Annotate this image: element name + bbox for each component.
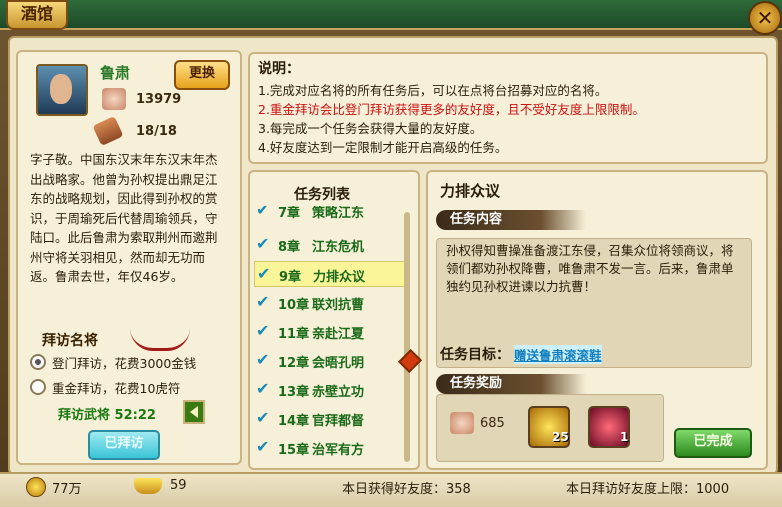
check-icon: ✔ (256, 206, 270, 219)
timer-value: 52:22 (114, 408, 156, 423)
coin-amount: 77万 (52, 482, 82, 497)
task-chapter: 15章 (278, 443, 310, 458)
check-icon: ✔ (256, 292, 270, 311)
task-item[interactable]: ✔ 13章 赤壁立功 (254, 377, 404, 401)
visit-option-radio[interactable] (30, 354, 46, 370)
task-item[interactable]: ✔ 14章 官拜都督 (254, 406, 404, 430)
visit-option-radio[interactable] (30, 379, 46, 395)
task-name: 江东危机 (312, 240, 365, 255)
task-name: 亲赴江夏 (312, 327, 365, 342)
task-name: 联刘抗曹 (312, 298, 365, 313)
task-chapter: 9章 (279, 270, 302, 285)
check-icon: ✔ (256, 379, 270, 398)
change-general-button[interactable]: 更换 (174, 60, 230, 90)
task-item[interactable]: ✔ 11章 亲赴江夏 (254, 319, 404, 343)
visit-option-label[interactable]: 重金拜访，花费10虎符 (52, 378, 180, 397)
task-item-selected[interactable]: ✔ 9章 力排众议 (254, 261, 406, 287)
task-chapter: 13章 (278, 385, 310, 400)
task-item[interactable]: ✔ 7章 策略江东 (254, 206, 404, 220)
today-friendship: 本日获得好友度：358 (342, 482, 471, 497)
handshake-icon (450, 412, 474, 434)
task-name: 力排众议 (313, 270, 366, 285)
reward-item-count: 25 (552, 430, 569, 444)
task-chapter: 14章 (278, 414, 310, 429)
task-name: 赤壁立功 (312, 385, 365, 400)
task-list-title: 任务列表 (294, 187, 350, 203)
task-chapter: 8章 (278, 240, 301, 255)
task-list-scrollbar[interactable] (404, 212, 410, 462)
task-item[interactable]: ✔ 12章 会晤孔明 (254, 348, 404, 372)
task-chapter: 11章 (278, 327, 310, 342)
check-icon: ✔ (256, 234, 270, 253)
check-icon: ✔ (256, 437, 270, 456)
task-name: 策略江东 (312, 206, 365, 220)
visit-section-title: 拜访名将 (42, 333, 98, 349)
task-name: 会晤孔明 (312, 356, 365, 371)
task-chapter: 7章 (278, 206, 301, 220)
visit-option-label[interactable]: 登门拜访，花费3000金钱 (52, 353, 196, 372)
general-biography: 字子敬。中国东汉末年东汉末年杰出战略家。他曾为孙权提出鼎足江东的战略规划，因此得… (30, 152, 218, 284)
check-icon: ✔ (256, 408, 270, 427)
task-item[interactable]: ✔ 10章 联刘抗曹 (254, 290, 404, 314)
window-title: 酒馆 (6, 0, 68, 30)
timer-label: 拜访武将 (58, 408, 111, 423)
reward-friendship: 685 (480, 416, 505, 431)
description-line: 1.完成对应名将的所有任务后，可以在点将台招募对应的名将。 (258, 83, 608, 98)
description-line: 2.重金拜访会比登门拜访获得更多的友好度，且不受好友度上限限制。 (258, 102, 645, 117)
task-chapter: 10章 (278, 298, 310, 313)
completed-button[interactable]: 已完成 (674, 428, 752, 458)
description-line: 3.每完成一个任务会获得大量的友好度。 (258, 121, 483, 136)
visit-count: 18/18 (136, 124, 177, 139)
task-goal-link[interactable]: 赠送鲁肃滚滚鞋 (514, 345, 602, 364)
general-name: 鲁肃 (100, 64, 131, 82)
coin-icon (26, 477, 46, 497)
title-bar (0, 0, 782, 30)
task-name: 官拜都督 (312, 414, 365, 429)
close-icon[interactable]: ✕ (748, 1, 782, 35)
today-friendship-limit: 本日拜访好友度上限：1000 (566, 482, 730, 497)
ingot-icon (134, 478, 162, 494)
task-chapter: 12章 (278, 356, 310, 371)
check-icon: ✔ (257, 264, 271, 283)
task-content-banner: 任务内容 (436, 210, 586, 230)
task-detail-title: 力排众议 (440, 182, 501, 200)
visit-timer: 拜访武将 52:22 (58, 404, 156, 423)
task-content-text: 孙权得知曹操准备渡江东侵，召集众位将领商议，将领们都劝孙权降曹，唯鲁肃不发一言。… (446, 243, 734, 294)
task-item[interactable]: ✔ 8章 江东危机 (254, 232, 404, 256)
check-icon: ✔ (256, 321, 270, 340)
check-icon: ✔ (256, 350, 270, 369)
ingot-amount: 59 (170, 478, 187, 493)
description-title: 说明： (258, 61, 300, 77)
back-arrow-icon[interactable] (183, 400, 205, 424)
friendship-value: 13979 (136, 92, 182, 107)
reward-item-count: 1 (620, 430, 629, 444)
description-line: 4.好友度达到一定限制才能开启高级的任务。 (258, 140, 508, 155)
task-name: 治军有方 (312, 443, 365, 458)
task-goal-label: 任务目标： (440, 347, 510, 363)
handshake-icon (102, 88, 126, 110)
visited-button[interactable]: 已拜访 (88, 430, 160, 460)
task-reward-banner: 任务奖励 (436, 374, 586, 394)
task-item[interactable]: ✔ 15章 治军有方 (254, 435, 404, 459)
general-portrait[interactable] (36, 64, 88, 116)
